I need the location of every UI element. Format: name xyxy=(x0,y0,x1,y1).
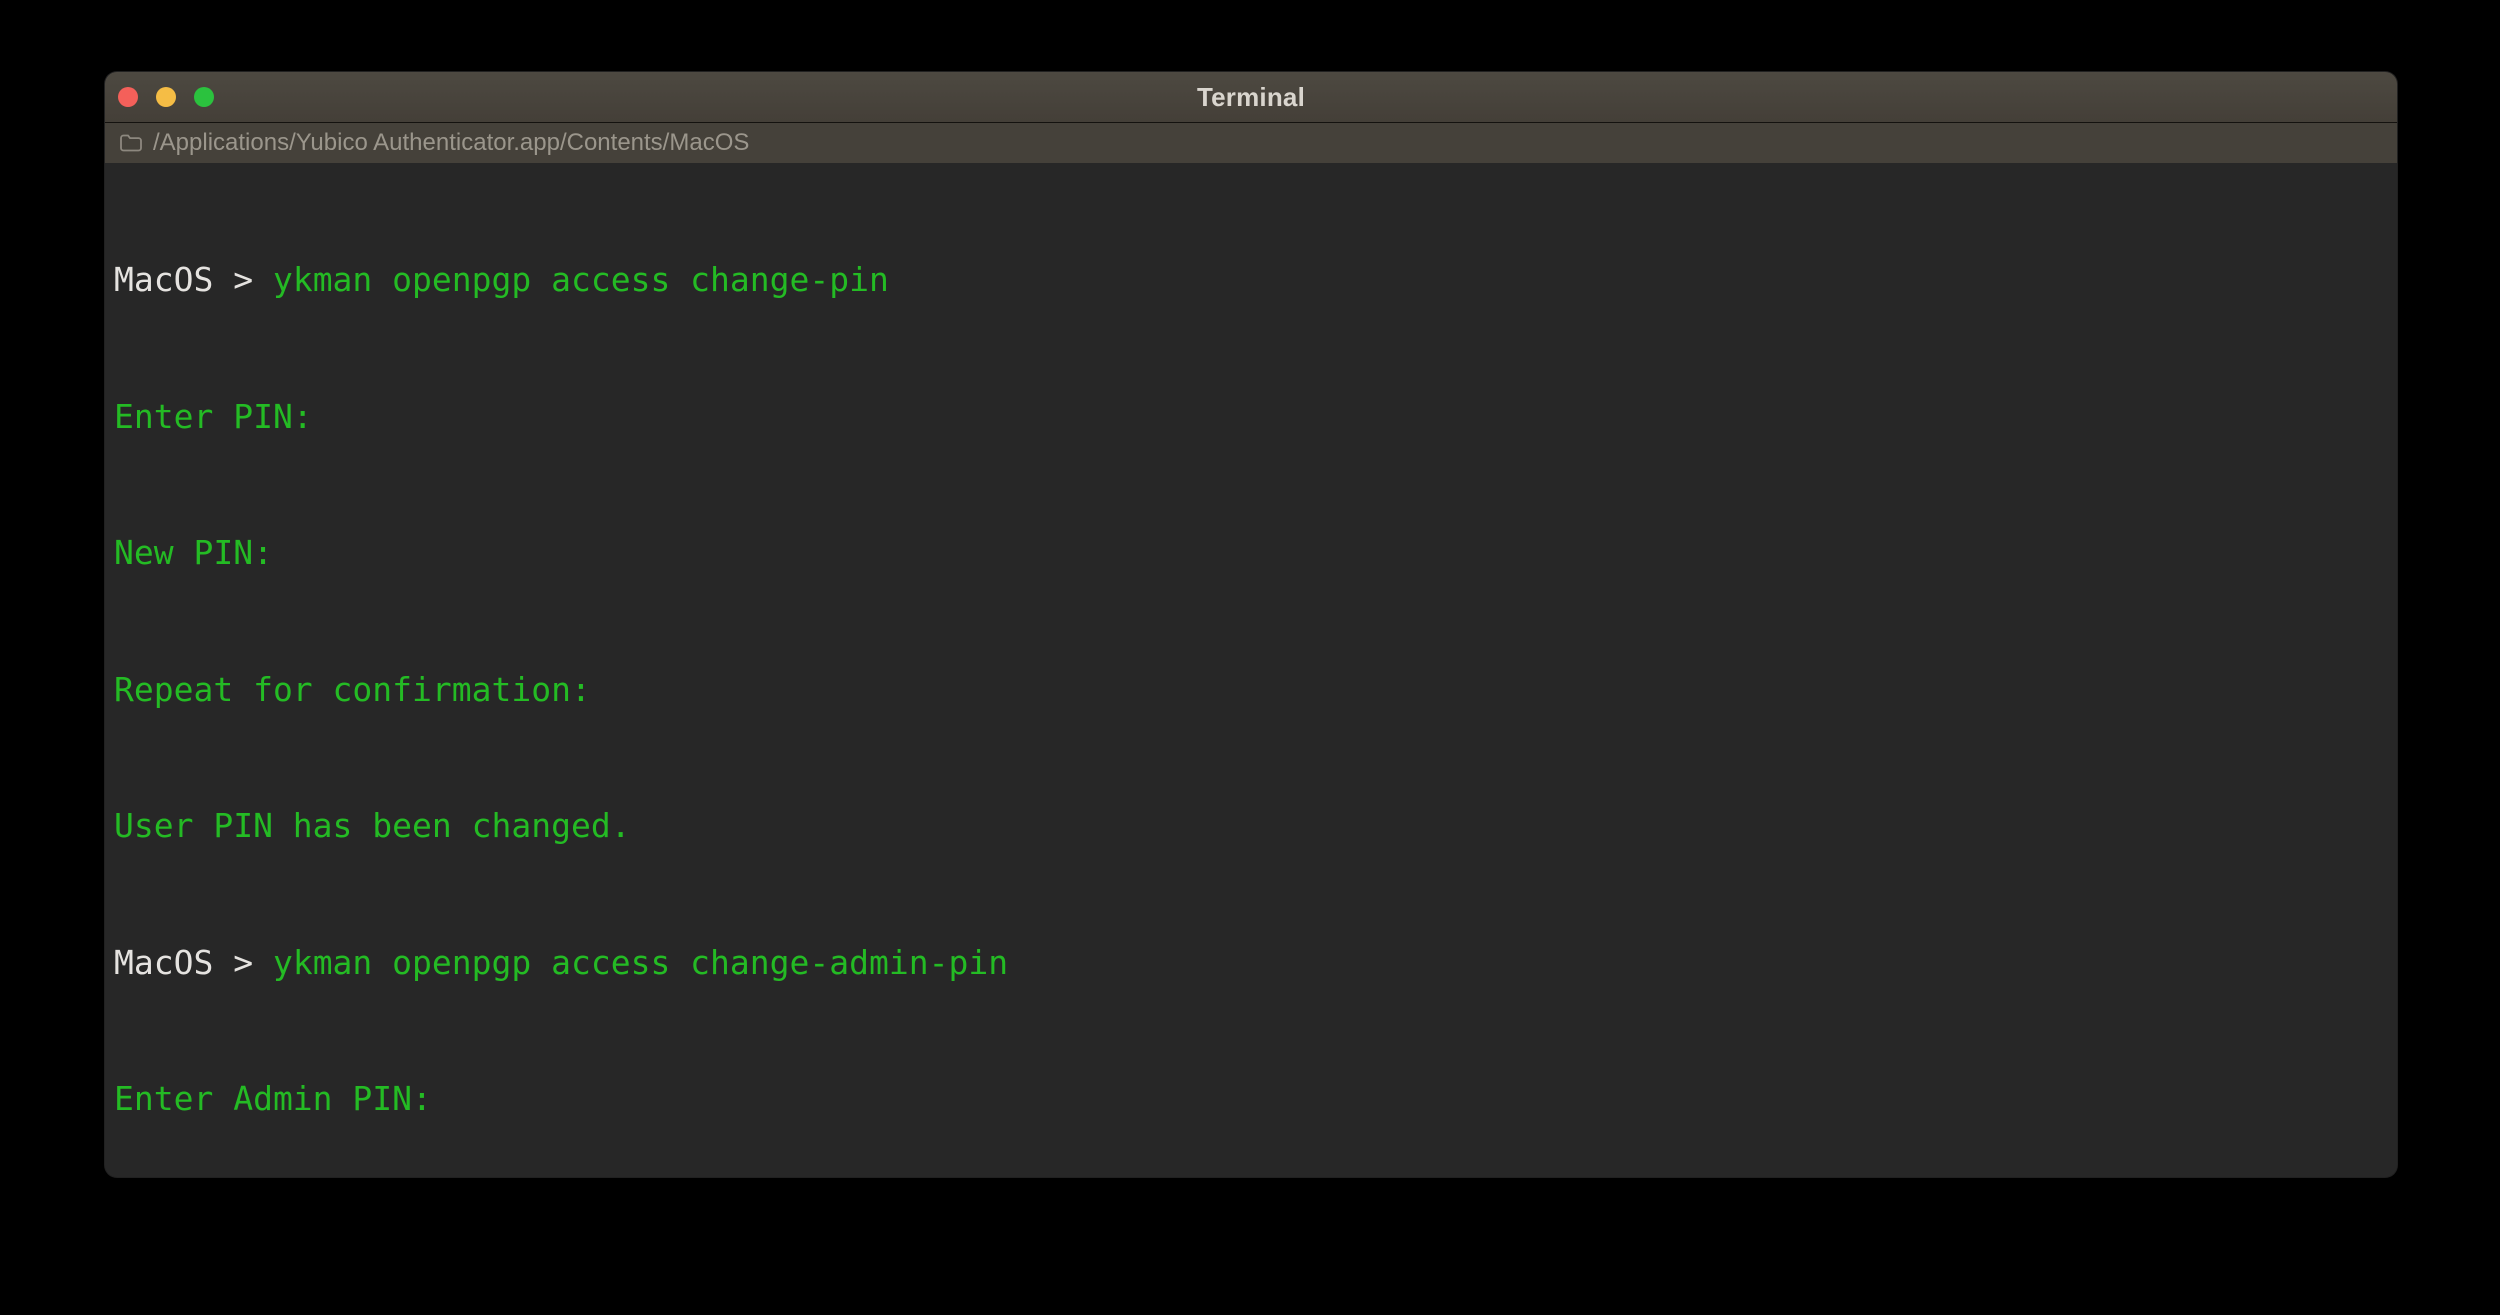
window-titlebar[interactable]: Terminal xyxy=(105,72,2397,122)
command-text: ykman openpgp access change-pin xyxy=(272,260,889,299)
terminal-window: Terminal /Applications/Yubico Authentica… xyxy=(105,72,2397,1177)
working-directory-path: /Applications/Yubico Authenticator.app/C… xyxy=(153,129,750,156)
desktop-background: Terminal /Applications/Yubico Authentica… xyxy=(0,0,2500,1315)
output-text: Enter PIN: xyxy=(114,396,313,436)
tab-working-directory-bar[interactable]: /Applications/Yubico Authenticator.app/C… xyxy=(105,122,2397,163)
command-text: ykman openpgp access change-admin-pin xyxy=(272,942,1009,982)
terminal-line: User PIN has been changed. xyxy=(114,803,2385,849)
terminal-output-area[interactable]: MacOS > ykman openpgp access change-pin … xyxy=(105,163,2397,1177)
window-title: Terminal xyxy=(1196,81,1306,112)
shell-prompt: MacOS > xyxy=(114,942,273,982)
output-text: Repeat for confirmation: xyxy=(114,669,591,709)
terminal-line: Enter Admin PIN: xyxy=(114,1076,2385,1122)
folder-icon[interactable] xyxy=(119,133,143,153)
output-text: User PIN has been changed. xyxy=(114,806,631,845)
minimize-button[interactable] xyxy=(156,87,176,107)
terminal-line: MacOS > ykman openpgp access change-pin xyxy=(114,257,2385,303)
output-text: Enter Admin PIN: xyxy=(114,1079,432,1118)
terminal-line: Repeat for confirmation: xyxy=(114,667,2385,713)
shell-prompt: MacOS > xyxy=(114,260,273,299)
close-button[interactable] xyxy=(118,87,138,107)
traffic-lights xyxy=(105,87,214,107)
terminal-line: MacOS > ykman openpgp access change-admi… xyxy=(114,940,2385,986)
terminal-line: New PIN: xyxy=(114,530,2385,576)
terminal-line: Enter PIN: xyxy=(114,394,2385,440)
output-text: New PIN: xyxy=(114,533,273,572)
zoom-button[interactable] xyxy=(194,87,214,107)
